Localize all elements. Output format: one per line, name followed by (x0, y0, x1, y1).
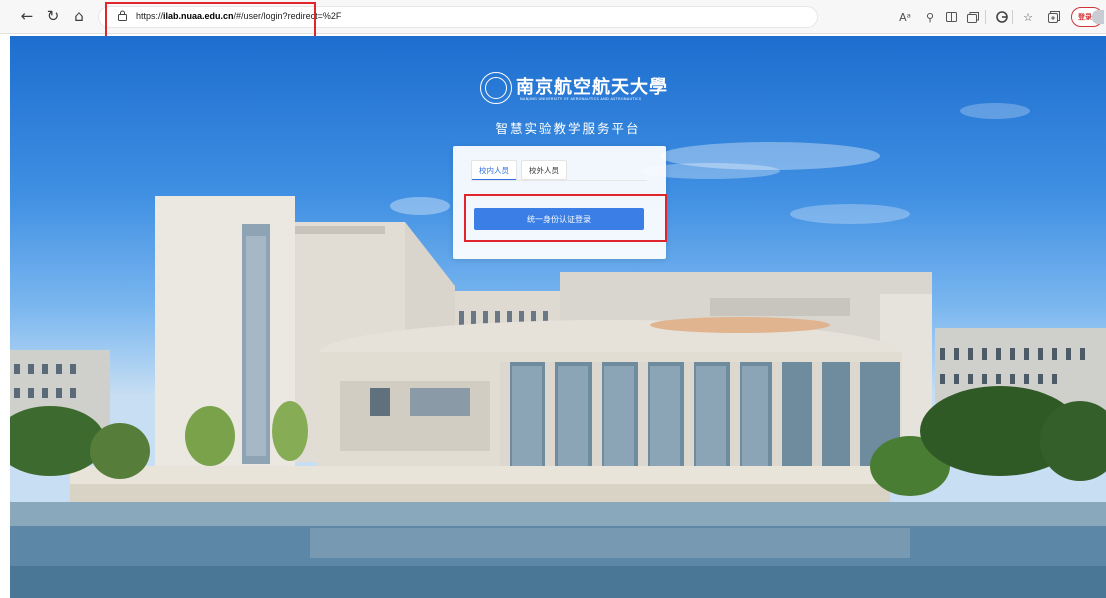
university-name-en: NANJING UNIVERSITY OF AERONAUTICS AND AS… (520, 97, 642, 101)
university-name: 南京航空航天大學 (516, 77, 668, 98)
url-text[interactable]: https://ilab.nuaa.edu.cn/#/user/login?re… (136, 11, 341, 21)
profile-label: 登录 (1078, 13, 1092, 21)
favorites-icon[interactable]: ☆ (1020, 8, 1036, 26)
tab-divider (471, 180, 647, 181)
sso-login-button[interactable]: 统一身份认证登录 (474, 208, 644, 230)
tab-internal-staff[interactable]: 校内人员 (471, 160, 517, 180)
university-logo: 南京航空航天大學 NANJING UNIVERSITY OF AERONAUTI… (480, 72, 667, 122)
read-aloud-icon[interactable]: Aᵃ (897, 8, 913, 26)
tab-external-staff[interactable]: 校外人员 (521, 160, 567, 180)
home-icon[interactable]: ⌂ (68, 5, 90, 27)
collections-icon[interactable] (1046, 8, 1062, 26)
url-path: /#/user/login?redirect=%2F (233, 11, 342, 21)
tab-actions-icon[interactable] (965, 8, 981, 26)
zoom-icon[interactable]: ⚲ (922, 8, 938, 26)
university-seal-icon (480, 72, 512, 104)
platform-title: 智慧实验教学服务平台 (495, 121, 641, 136)
profile-button[interactable]: 登录 (1071, 7, 1104, 27)
back-arrow-icon[interactable]: ← (16, 5, 38, 27)
login-tabs: 校内人员 校外人员 (471, 160, 567, 180)
login-page-background: 南京航空航天大學 NANJING UNIVERSITY OF AERONAUTI… (10, 36, 1106, 598)
refresh-icon[interactable]: ↻ (42, 5, 64, 27)
lock-icon (118, 10, 127, 21)
toolbar-divider (985, 10, 986, 24)
url-host: ilab.nuaa.edu.cn (163, 11, 234, 21)
avatar (1092, 10, 1104, 24)
url-prefix: https:// (136, 11, 164, 21)
split-screen-icon[interactable] (943, 8, 959, 26)
extension-icon[interactable] (994, 8, 1010, 26)
browser-toolbar: ← ↻ ⌂ https://ilab.nuaa.edu.cn/#/user/lo… (0, 0, 1106, 34)
toolbar-divider (1012, 10, 1013, 24)
login-card: 校内人员 校外人员 统一身份认证登录 (453, 146, 666, 259)
